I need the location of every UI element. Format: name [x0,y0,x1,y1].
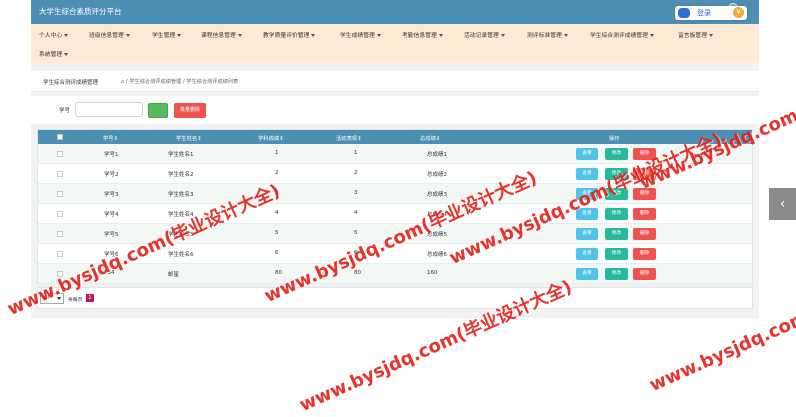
app-title: 大学生综合素质评分平台 [39,7,122,16]
edit-button[interactable]: 修改 [605,228,628,240]
edit-button[interactable]: 修改 [605,268,628,280]
table-cell-total: 160 [427,270,438,276]
column-header[interactable]: 学科成绩⇕ [258,134,284,142]
row-checkbox[interactable] [57,171,63,177]
nav-item-teaching-eval[interactable]: 教学质量评价管理 [263,30,316,39]
chevron-down-icon [500,34,505,37]
table-cell-total: 总成绩2 [427,172,447,178]
view-button[interactable]: 查看 [576,248,598,260]
column-header[interactable]: 总成绩⇕ [420,134,440,142]
nav-item-student[interactable]: 学生管理 [152,30,182,39]
search-bar: 学号 批量删除 [31,96,759,124]
table-cell-activity: 1 [354,150,358,156]
pagination: 10 条每页 1 [37,287,753,309]
view-button[interactable]: 查看 [576,268,598,280]
table-cell-subject: 6 [275,250,279,256]
nav-item-student-score[interactable]: 学生成绩管理 [340,30,381,39]
main-nav: 个人中心 班级信息管理 学生管理 课程信息管理 教学质量评价管理 学生成绩管理 … [31,24,759,63]
coin-icon[interactable]: ¥ [733,7,744,18]
edit-button[interactable]: 修改 [605,248,628,260]
student-no-label: 学号 [59,108,71,114]
chevron-down-icon [177,34,182,37]
batch-delete-button[interactable]: 批量删除 [174,103,206,118]
nav-item-comprehensive-score[interactable]: 学生综合测评成绩管理 [590,30,654,39]
table-cell-subject: 5 [275,230,279,236]
table-cell-activity: 3 [354,190,358,196]
chevron-down-icon [376,34,381,37]
table-cell-subject: 2 [275,170,279,176]
cloud-icon [678,8,690,18]
row-checkbox[interactable] [57,191,63,197]
chevron-down-icon [563,34,568,37]
chevron-down-icon [237,34,242,37]
table-cell-student-no: 学号1 [104,152,119,158]
table-cell-subject: 4 [275,210,279,216]
table-row: 学号4 学生姓名4 4 4 总成绩4 查看 修改 删除 [38,204,752,224]
nav-item-course-info[interactable]: 课程信息管理 [201,30,242,39]
table-cell-student-no: 学号3 [104,192,119,198]
nav-item-attendance[interactable]: 考勤信息管理 [402,30,443,39]
view-button[interactable]: 查看 [576,228,598,240]
nav-item-personal-center[interactable]: 个人中心 [39,30,69,39]
nav-item-class-info[interactable]: 班级信息管理 [89,30,130,39]
table-cell-activity: 80 [354,270,361,276]
table-cell-name: 学生姓名1 [168,152,194,158]
column-header[interactable]: 学号⇕ [103,134,118,142]
nav-item-eval-standard[interactable]: 测评标准管理 [527,30,568,39]
search-button[interactable] [148,103,168,118]
nav-item-message-board[interactable]: 留言板管理 [678,30,713,39]
table-cell-total: 总成绩3 [427,192,447,198]
table-cell-name: 邮星 [168,272,180,278]
breadcrumb: 学生综合测评成绩管理 ⌂ / 学生综合测评成绩管理 / 学生综合测评成绩列表 [31,71,759,92]
table-cell-student-no: 学号2 [104,172,119,178]
table-cell-activity: 5 [354,230,358,236]
table-cell-name: 学生姓名6 [168,252,194,258]
breadcrumb-path[interactable]: ⌂ / 学生综合测评成绩管理 / 学生综合测评成绩列表 [121,78,238,85]
table-cell-activity: 2 [354,170,358,176]
delete-button[interactable]: 删除 [633,248,656,260]
page-number-current[interactable]: 1 [86,294,94,302]
table-row: 234 邮星 80 80 160 查看 修改 删除 [38,264,752,284]
row-checkbox[interactable] [57,151,63,157]
chevron-down-icon [709,34,713,37]
delete-button[interactable]: 删除 [633,208,656,220]
chevron-left-icon[interactable]: ‹ [769,188,796,220]
edit-button[interactable]: 修改 [605,208,628,220]
select-all-checkbox[interactable] [57,134,63,140]
chevron-down-icon [125,34,130,37]
page-size-label: 条每页 [68,298,83,303]
column-header[interactable]: 活动表现⇕ [336,134,362,142]
student-no-input[interactable] [75,102,143,117]
table-cell-student-no: 学号5 [104,232,119,238]
delete-button[interactable]: 删除 [633,228,656,240]
row-checkbox[interactable] [57,211,63,217]
table-cell-student-no: 学号4 [104,212,119,218]
column-header: 操作 [609,136,620,142]
row-checkbox[interactable] [57,231,63,237]
nav-item-system[interactable]: 系统管理 [39,49,69,58]
chevron-down-icon [649,34,654,37]
login-widget[interactable]: 登录 ¥ [675,6,747,20]
row-checkbox[interactable] [57,251,63,257]
edit-button[interactable]: 修改 [605,148,628,160]
table-cell-activity: 4 [354,210,358,216]
column-header[interactable]: 学生姓名⇕ [176,134,202,142]
nav-item-activity-record[interactable]: 活动记录管理 [464,30,505,39]
chevron-down-icon [64,53,69,56]
table-cell-subject: 1 [275,150,279,156]
login-label: 登录 [697,9,711,17]
delete-button[interactable]: 删除 [633,268,656,280]
chevron-down-icon [311,34,316,37]
top-header: 大学生综合素质评分平台 登录 ¥ [31,0,759,24]
table-header: 学号⇕ 学生姓名⇕ 学科成绩⇕ 活动表现⇕ 总成绩⇕ 操作 [38,130,752,144]
table-cell-name: 学生姓名3 [168,192,194,198]
table-cell-total: 总成绩1 [427,152,447,158]
view-button[interactable]: 查看 [576,148,598,160]
table-cell-name: 学生姓名2 [168,172,194,178]
chevron-down-icon [64,34,69,37]
chevron-down-icon [438,34,443,37]
table-cell-total: 总成绩6 [427,252,447,258]
page-title: 学生综合测评成绩管理 [43,80,99,86]
